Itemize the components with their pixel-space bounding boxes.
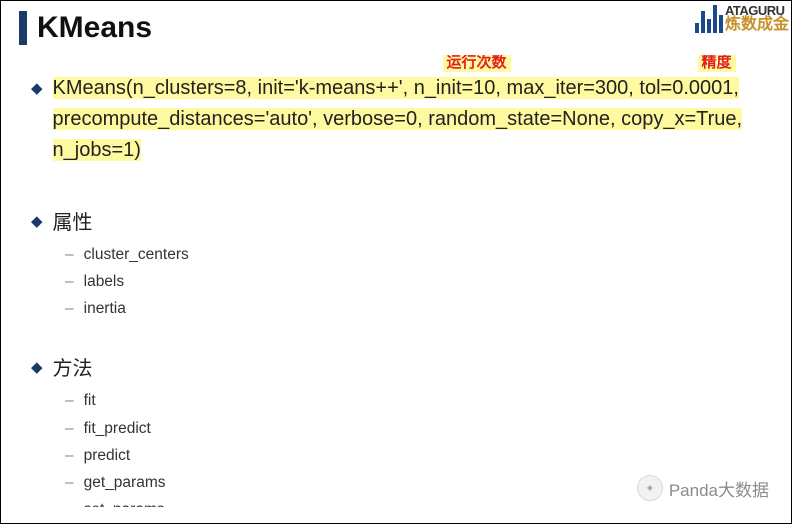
dash-icon: – xyxy=(65,295,74,322)
methods-heading: 方法 xyxy=(53,352,93,381)
list-item: –predict xyxy=(65,442,761,469)
wechat-icon: ✦ xyxy=(637,475,663,501)
bullet-diamond-icon: ◆ xyxy=(31,79,43,97)
dash-icon: – xyxy=(65,496,74,507)
watermark: ✦ Panda大数据 xyxy=(637,475,769,501)
title-accent-bar xyxy=(19,11,27,45)
list-item: –labels xyxy=(65,268,761,295)
list-item: –fit_predict xyxy=(65,415,761,442)
list-item: –fit xyxy=(65,387,761,414)
logo-text-top: ATAGURU xyxy=(725,4,789,17)
watermark-text: Panda大数据 xyxy=(669,476,769,501)
attributes-section: ◆ 属性 –cluster_centers –labels –inertia xyxy=(31,206,761,322)
dash-icon: – xyxy=(65,442,74,469)
dash-icon: – xyxy=(65,387,74,414)
list-item: –cluster_centers xyxy=(65,241,761,268)
brand-logo: ATAGURU 炼数成金 xyxy=(695,3,789,33)
dash-icon: – xyxy=(65,469,74,496)
logo-bars-icon xyxy=(695,3,723,33)
annotation-runs: 运行次数 xyxy=(443,55,511,72)
dash-icon: – xyxy=(65,268,74,295)
dash-icon: – xyxy=(65,241,74,268)
signature-block: ◆ 运行次数 精度 KMeans(n_clusters=8, init='k-m… xyxy=(31,73,761,166)
dash-icon: – xyxy=(65,415,74,442)
list-item: –inertia xyxy=(65,295,761,322)
attributes-heading: 属性 xyxy=(53,206,93,235)
logo-text-bottom: 炼数成金 xyxy=(725,17,789,33)
function-signature: KMeans(n_clusters=8, init='k-means++', n… xyxy=(53,73,761,166)
page-title: KMeans xyxy=(37,11,152,45)
bullet-diamond-icon: ◆ xyxy=(31,212,43,230)
bullet-diamond-icon: ◆ xyxy=(31,358,43,376)
annotation-precision: 精度 xyxy=(698,55,736,72)
